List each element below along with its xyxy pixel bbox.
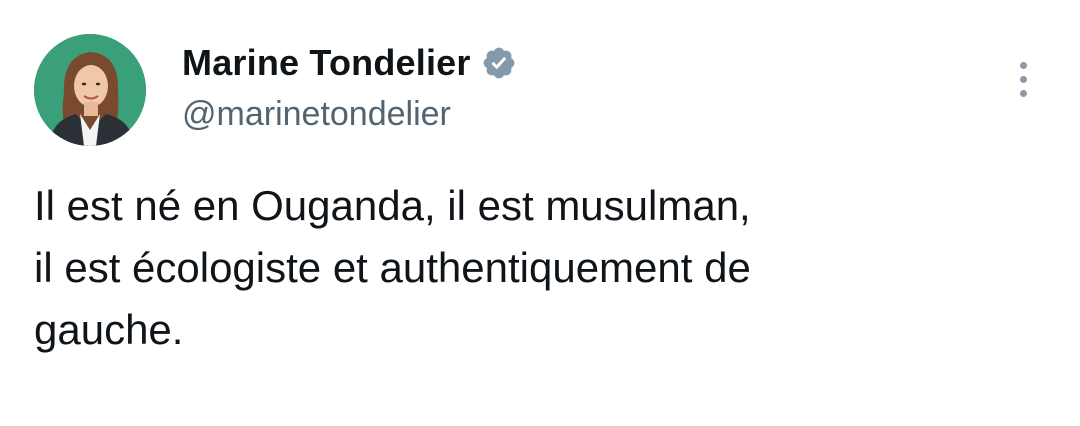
verified-badge-icon: [481, 45, 517, 81]
tweet-text-line: il est écologiste et authentiquement de: [34, 244, 751, 291]
author-handle[interactable]: @marinetondelier: [182, 95, 451, 134]
tweet-text-line: gauche.: [34, 306, 184, 353]
avatar[interactable]: [34, 34, 146, 146]
more-options-icon[interactable]: [1012, 58, 1036, 102]
author-name-row: Marine Tondelier: [182, 42, 517, 84]
tweet-text: Il est né en Ouganda, il est musulman, i…: [34, 175, 1034, 361]
avatar-image: [34, 34, 146, 146]
tweet-card: Marine Tondelier @marinetondelier Il est…: [0, 0, 1080, 426]
display-name[interactable]: Marine Tondelier: [182, 42, 471, 84]
tweet-text-line: Il est né en Ouganda, il est musulman,: [34, 182, 751, 229]
